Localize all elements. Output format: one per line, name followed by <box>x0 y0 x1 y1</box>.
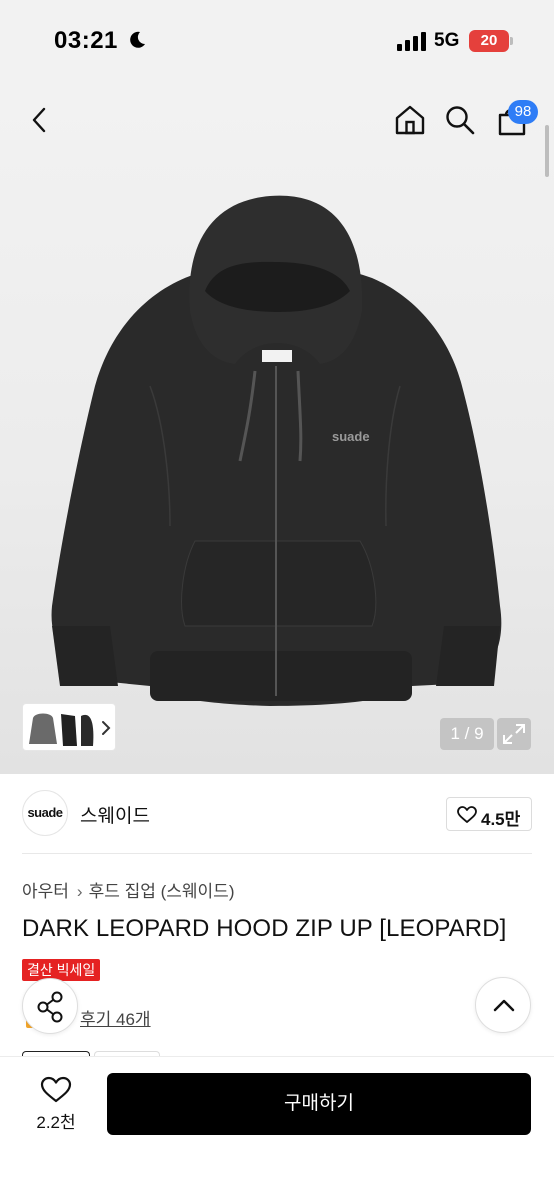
search-icon[interactable] <box>444 104 476 136</box>
wish-count: 2.2천 <box>36 1113 76 1132</box>
scroll-top-button[interactable] <box>475 977 531 1033</box>
network-type: 5G <box>434 30 460 51</box>
expand-icon <box>503 724 525 744</box>
thumbnail-strip[interactable] <box>22 703 116 751</box>
brand-row[interactable]: suade 스웨이드 4.5만 <box>22 790 532 840</box>
review-link[interactable]: 후기 46개 <box>80 1005 151 1030</box>
breadcrumb-subcategory[interactable]: 후드 집업 (스웨이드) <box>89 877 235 902</box>
heart-icon[interactable] <box>40 1076 72 1104</box>
battery-icon: 20 <box>469 30 509 52</box>
product-image[interactable]: suade <box>0 86 554 774</box>
share-icon <box>37 991 63 1023</box>
battery-level: 20 <box>480 32 498 49</box>
chevron-right-icon <box>102 721 111 735</box>
scrollbar[interactable] <box>545 125 549 177</box>
breadcrumb: 아우터 › 후드 집업 (스웨이드) <box>22 877 234 902</box>
sale-badge: 결산 빅세일 <box>22 959 101 981</box>
status-time: 03:21 <box>54 27 118 54</box>
cart-count-badge: 98 <box>508 100 538 124</box>
expand-button[interactable] <box>497 718 531 750</box>
divider <box>22 853 532 854</box>
battery-nub <box>510 37 513 45</box>
brand-logo[interactable]: suade <box>22 790 68 836</box>
hoodie-image <box>51 195 502 706</box>
heart-icon <box>457 806 477 823</box>
product-title: DARK LEOPARD HOOD ZIP UP [LEOPARD] <box>22 915 507 942</box>
brand-name[interactable]: 스웨이드 <box>80 801 150 828</box>
brand-like-count: 4.5만 <box>481 810 521 829</box>
hoodie-logo: suade <box>332 429 370 444</box>
breadcrumb-category[interactable]: 아우터 <box>22 877 69 902</box>
image-counter: 1 / 9 <box>440 718 494 750</box>
moon-icon <box>130 31 145 48</box>
home-icon[interactable] <box>393 103 427 137</box>
chevron-right-icon: › <box>76 882 83 901</box>
buy-button[interactable]: 구매하기 <box>107 1073 531 1135</box>
chevron-up-icon <box>493 999 515 1012</box>
back-icon[interactable] <box>26 106 54 134</box>
brand-like-button[interactable]: 4.5만 <box>446 797 532 831</box>
share-button[interactable] <box>22 978 78 1034</box>
signal-icon <box>397 32 426 51</box>
